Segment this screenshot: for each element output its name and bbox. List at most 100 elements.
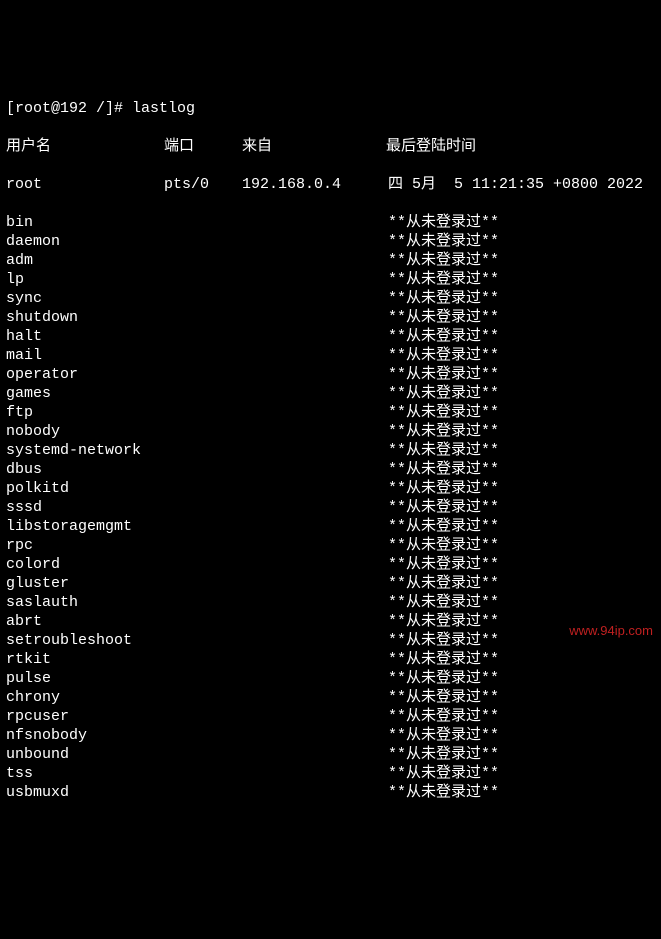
- cell-user: systemd-network: [6, 441, 164, 460]
- lastlog-row: nobody **从未登录过**: [6, 422, 655, 441]
- lastlog-row: shutdown **从未登录过**: [6, 308, 655, 327]
- lastlog-row: mail **从未登录过**: [6, 346, 655, 365]
- cell-lastlogin: **从未登录过**: [388, 365, 499, 384]
- cell-lastlogin: **从未登录过**: [388, 688, 499, 707]
- lastlog-row: saslauth **从未登录过**: [6, 593, 655, 612]
- cell-lastlogin: **从未登录过**: [388, 384, 499, 403]
- lastlog-row: dbus **从未登录过**: [6, 460, 655, 479]
- cell-lastlogin: **从未登录过**: [388, 764, 499, 783]
- lastlog-row: rpcuser **从未登录过**: [6, 707, 655, 726]
- lastlog-header: 用户名端口来自最后登陆时间: [6, 137, 655, 156]
- cell-lastlogin: **从未登录过**: [388, 707, 499, 726]
- header-username: 用户名: [6, 137, 164, 156]
- cell-lastlogin: **从未登录过**: [388, 669, 499, 688]
- cell-user: abrt: [6, 612, 164, 631]
- cell-lastlogin: **从未登录过**: [388, 498, 499, 517]
- lastlog-row: tss **从未登录过**: [6, 764, 655, 783]
- lastlog-row: chrony **从未登录过**: [6, 688, 655, 707]
- cell-user: unbound: [6, 745, 164, 764]
- cell-port: pts/0: [164, 175, 242, 194]
- cell-user: setroubleshoot: [6, 631, 164, 650]
- cell-user: rtkit: [6, 650, 164, 669]
- cell-lastlogin: 四 5月 5 11:21:35 +0800 2022: [388, 175, 643, 194]
- cell-user: halt: [6, 327, 164, 346]
- cell-lastlogin: **从未登录过**: [388, 726, 499, 745]
- cell-user: shutdown: [6, 308, 164, 327]
- cell-lastlogin: **从未登录过**: [388, 612, 499, 631]
- cell-lastlogin: **从未登录过**: [388, 460, 499, 479]
- lastlog-row-root: rootpts/0192.168.0.4四 5月 5 11:21:35 +080…: [6, 175, 655, 194]
- cell-user: adm: [6, 251, 164, 270]
- lastlog-row: operator **从未登录过**: [6, 365, 655, 384]
- cell-user: dbus: [6, 460, 164, 479]
- cell-lastlogin: **从未登录过**: [388, 270, 499, 289]
- cell-user: sssd: [6, 498, 164, 517]
- lastlog-row: setroubleshoot **从未登录过**: [6, 631, 655, 650]
- cell-user: gluster: [6, 574, 164, 593]
- lastlog-row: lp **从未登录过**: [6, 270, 655, 289]
- cell-lastlogin: **从未登录过**: [388, 213, 499, 232]
- cell-from: 192.168.0.4: [242, 175, 388, 194]
- cell-user: nfsnobody: [6, 726, 164, 745]
- lastlog-row: games **从未登录过**: [6, 384, 655, 403]
- lastlog-row: usbmuxd **从未登录过**: [6, 783, 655, 802]
- cell-user: chrony: [6, 688, 164, 707]
- lastlog-row: rtkit **从未登录过**: [6, 650, 655, 669]
- cell-user: operator: [6, 365, 164, 384]
- cell-lastlogin: **从未登录过**: [388, 232, 499, 251]
- lastlog-row: sssd **从未登录过**: [6, 498, 655, 517]
- cell-lastlogin: **从未登录过**: [388, 327, 499, 346]
- cell-lastlogin: **从未登录过**: [388, 783, 499, 802]
- cell-lastlogin: **从未登录过**: [388, 631, 499, 650]
- lastlog-row: adm**从未登录过**: [6, 251, 655, 270]
- cell-user: sync: [6, 289, 164, 308]
- cell-lastlogin: **从未登录过**: [388, 441, 499, 460]
- header-port: 端口: [164, 137, 242, 156]
- cell-user: libstoragemgmt: [6, 517, 164, 536]
- lastlog-row: sync**从未登录过**: [6, 289, 655, 308]
- cell-user: games: [6, 384, 164, 403]
- lastlog-row: abrt **从未登录过**: [6, 612, 655, 631]
- cell-user: nobody: [6, 422, 164, 441]
- cell-lastlogin: **从未登录过**: [388, 346, 499, 365]
- cell-user: root: [6, 175, 164, 194]
- cell-user: saslauth: [6, 593, 164, 612]
- lastlog-row: rpc **从未登录过**: [6, 536, 655, 555]
- cell-user: rpcuser: [6, 707, 164, 726]
- cell-lastlogin: **从未登录过**: [388, 517, 499, 536]
- lastlog-rows: bin**从未登录过**daemon**从未登录过**adm**从未登录过**l…: [6, 213, 655, 802]
- prompt-line: [root@192 /]# lastlog: [6, 99, 655, 118]
- lastlog-row: pulse**从未登录过**: [6, 669, 655, 688]
- lastlog-row: gluster**从未登录过**: [6, 574, 655, 593]
- lastlog-row: bin**从未登录过**: [6, 213, 655, 232]
- cell-user: ftp: [6, 403, 164, 422]
- lastlog-row: daemon **从未登录过**: [6, 232, 655, 251]
- cell-user: usbmuxd: [6, 783, 164, 802]
- terminal-output: [root@192 /]# lastlog 用户名端口来自最后登陆时间 root…: [6, 80, 655, 821]
- cell-lastlogin: **从未登录过**: [388, 536, 499, 555]
- cell-user: tss: [6, 764, 164, 783]
- cell-user: daemon: [6, 232, 164, 251]
- lastlog-row: unbound **从未登录过**: [6, 745, 655, 764]
- watermark: www.94ip.com: [569, 621, 653, 640]
- lastlog-row: nfsnobody **从未登录过**: [6, 726, 655, 745]
- lastlog-row: ftp **从未登录过**: [6, 403, 655, 422]
- cell-lastlogin: **从未登录过**: [388, 650, 499, 669]
- lastlog-row: polkitd **从未登录过**: [6, 479, 655, 498]
- cell-lastlogin: **从未登录过**: [388, 308, 499, 327]
- cell-user: rpc: [6, 536, 164, 555]
- header-lastlogin: 最后登陆时间: [386, 137, 476, 156]
- cell-lastlogin: **从未登录过**: [388, 479, 499, 498]
- cell-user: colord: [6, 555, 164, 574]
- cell-user: mail: [6, 346, 164, 365]
- cell-lastlogin: **从未登录过**: [388, 593, 499, 612]
- cell-lastlogin: **从未登录过**: [388, 403, 499, 422]
- cell-lastlogin: **从未登录过**: [388, 745, 499, 764]
- cell-user: lp: [6, 270, 164, 289]
- cell-lastlogin: **从未登录过**: [388, 422, 499, 441]
- lastlog-row: colord**从未登录过**: [6, 555, 655, 574]
- cell-user: polkitd: [6, 479, 164, 498]
- lastlog-row: libstoragemgmt **从未登录过**: [6, 517, 655, 536]
- lastlog-row: systemd-network **从未登录过**: [6, 441, 655, 460]
- lastlog-row: halt **从未登录过**: [6, 327, 655, 346]
